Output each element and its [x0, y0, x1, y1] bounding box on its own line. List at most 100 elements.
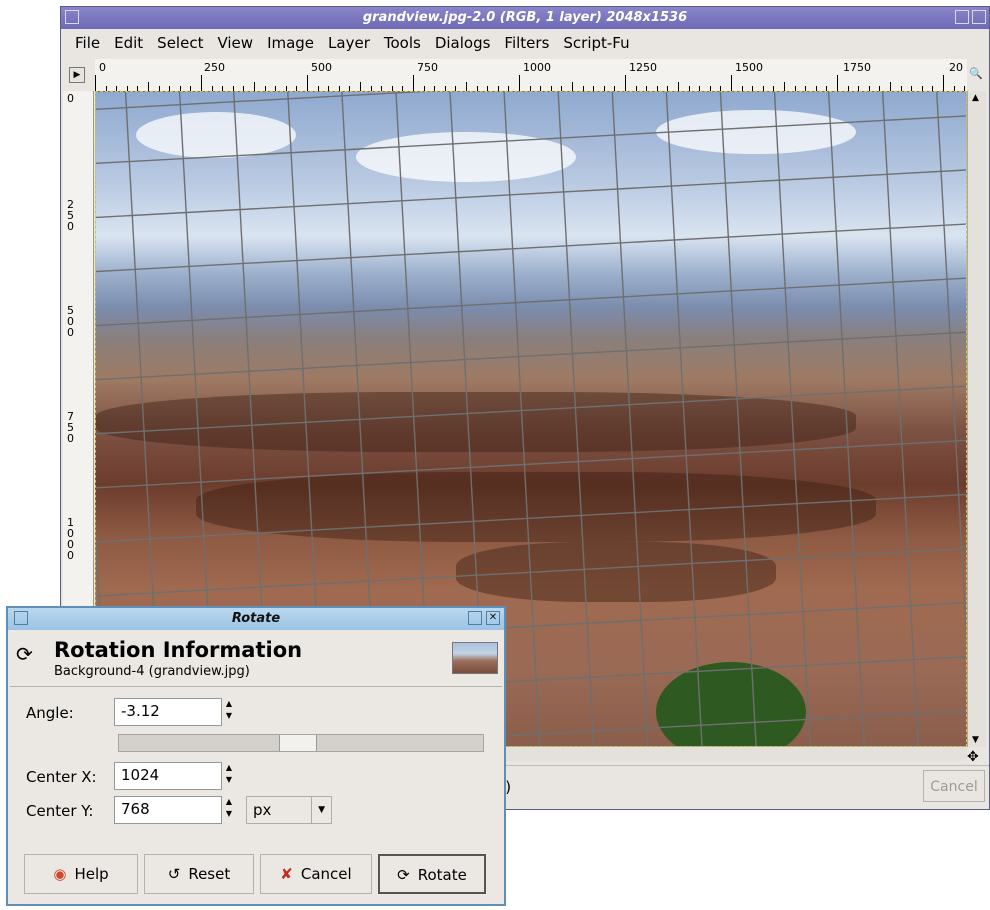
menu-view[interactable]: View — [217, 31, 253, 55]
ruler-tick — [148, 82, 149, 91]
image-window-title: grandview.jpg-2.0 (RGB, 1 layer) 2048x15… — [362, 10, 688, 25]
menu-script-fu[interactable]: Script-Fu — [563, 31, 629, 55]
grid-line — [500, 92, 545, 746]
ruler-tick — [890, 82, 891, 91]
close-icon[interactable] — [972, 10, 986, 24]
layer-thumbnail — [452, 642, 498, 674]
navigate-icon[interactable]: ✥ — [967, 749, 979, 765]
maximize-icon[interactable] — [955, 10, 969, 24]
ruler-tick — [943, 75, 944, 91]
angle-slider[interactable] — [118, 734, 484, 752]
grid-line — [715, 92, 760, 746]
cancel-button[interactable]: ✘ Cancel — [260, 854, 372, 894]
ruler-label: 500 — [311, 61, 332, 74]
grid-line — [96, 92, 966, 115]
rotate-button-label: Rotate — [417, 866, 467, 884]
scroll-down-icon[interactable]: ▼ — [972, 735, 979, 745]
ruler-tick — [413, 75, 414, 91]
angle-slider-handle[interactable] — [279, 735, 317, 751]
status-cancel-button[interactable]: Cancel — [923, 770, 985, 802]
window-menu-icon[interactable] — [14, 611, 28, 625]
ruler-label: 250 — [204, 61, 225, 74]
divider — [10, 686, 502, 687]
ruler-label: 750 — [67, 410, 74, 445]
zoom-icon[interactable]: 🔍 — [967, 67, 985, 81]
ruler-label: 500 — [67, 304, 74, 339]
maximize-icon[interactable] — [468, 611, 482, 625]
angle-input[interactable]: -3.12 — [114, 698, 222, 726]
grid-line — [769, 92, 814, 746]
menu-edit[interactable]: Edit — [114, 31, 143, 55]
help-button-label: Help — [74, 865, 109, 883]
ruler-tick — [678, 82, 679, 91]
ruler-label: 250 — [67, 198, 74, 233]
scroll-up-icon[interactable]: ▲ — [972, 93, 979, 103]
help-icon: ◉ — [53, 865, 67, 883]
grid-line — [96, 274, 966, 330]
vertical-scrollbar[interactable]: ▲ ▼ — [967, 91, 986, 747]
image-window-titlebar[interactable]: grandview.jpg-2.0 (RGB, 1 layer) 2048x15… — [61, 7, 989, 29]
unit-select[interactable]: px ▼ — [246, 796, 332, 824]
window-menu-icon[interactable] — [65, 10, 79, 24]
center-x-label: Center X: — [26, 768, 97, 786]
ruler-tick — [360, 82, 361, 91]
angle-spin-button[interactable]: ▲ ▼ — [222, 698, 236, 726]
center-y-spin-button[interactable]: ▲ ▼ — [222, 796, 236, 824]
grid-line — [661, 92, 706, 746]
ruler-tick — [519, 75, 520, 91]
ruler-label: 1750 — [843, 61, 871, 74]
rotate-button[interactable]: ⟳ Rotate — [378, 854, 486, 894]
menu-filters[interactable]: Filters — [504, 31, 549, 55]
center-x-spin-button[interactable]: ▲ ▼ — [222, 762, 236, 790]
rotate-icon: ⟳ — [397, 866, 410, 884]
menu-tools[interactable]: Tools — [384, 31, 421, 55]
ruler-tick — [95, 75, 96, 91]
ruler-label: 1000 — [67, 516, 74, 562]
rotate-dialog: Rotate ✕ ⟳ Rotation Information Backgrou… — [6, 606, 506, 906]
ruler-label: 750 — [417, 61, 438, 74]
grid-line — [96, 489, 966, 546]
grid-line — [96, 435, 966, 492]
menu-dialogs[interactable]: Dialogs — [435, 31, 491, 55]
ruler-tick — [837, 75, 838, 91]
grid-line — [608, 92, 652, 746]
dialog-heading: Rotation Information — [54, 638, 303, 662]
ruler-label: 0 — [99, 61, 106, 74]
grid-line — [823, 92, 868, 746]
grid-line — [96, 327, 966, 384]
ruler-tick — [784, 82, 785, 91]
center-y-input[interactable]: 768 — [114, 796, 222, 824]
reset-button[interactable]: ↺ Reset — [144, 854, 254, 894]
angle-label: Angle: — [26, 704, 74, 722]
menu-image[interactable]: Image — [267, 31, 314, 55]
menu-file[interactable]: File — [75, 31, 100, 55]
menubar: File Edit Select View Image Layer Tools … — [61, 31, 989, 55]
ruler-tick — [625, 75, 626, 91]
ruler-label: 1000 — [523, 61, 551, 74]
ruler-tick — [201, 75, 202, 91]
unit-value: px — [253, 801, 272, 819]
menu-select[interactable]: Select — [157, 31, 203, 55]
menu-layer[interactable]: Layer — [328, 31, 370, 55]
ruler-label: 0 — [67, 92, 74, 105]
ruler-label: 1500 — [735, 61, 763, 74]
center-y-label: Center Y: — [26, 802, 94, 820]
grid-line — [877, 92, 922, 746]
rotate-dialog-title: Rotate — [231, 611, 281, 626]
dialog-subheading: Background-4 (grandview.jpg) — [54, 664, 250, 679]
horizontal-ruler: 0 250 500 750 1000 1250 1500 1750 20 — [95, 59, 967, 92]
cancel-button-label: Cancel — [300, 865, 352, 883]
help-button[interactable]: ◉ Help — [24, 854, 138, 894]
grid-line — [96, 112, 966, 169]
center-x-input[interactable]: 1024 — [114, 762, 222, 790]
ruler-tick — [307, 75, 308, 91]
rotate-dialog-titlebar[interactable]: Rotate ✕ — [8, 608, 504, 630]
chevron-down-icon: ▼ — [311, 797, 325, 823]
grid-line — [96, 381, 966, 438]
ruler-label: 20 — [949, 61, 963, 74]
ruler-tick — [572, 82, 573, 91]
close-icon[interactable]: ✕ — [486, 611, 500, 625]
ruler-tick — [731, 75, 732, 91]
quick-mask-toggle-icon[interactable]: ▶ — [69, 67, 85, 83]
ruler-label: 1250 — [629, 61, 657, 74]
